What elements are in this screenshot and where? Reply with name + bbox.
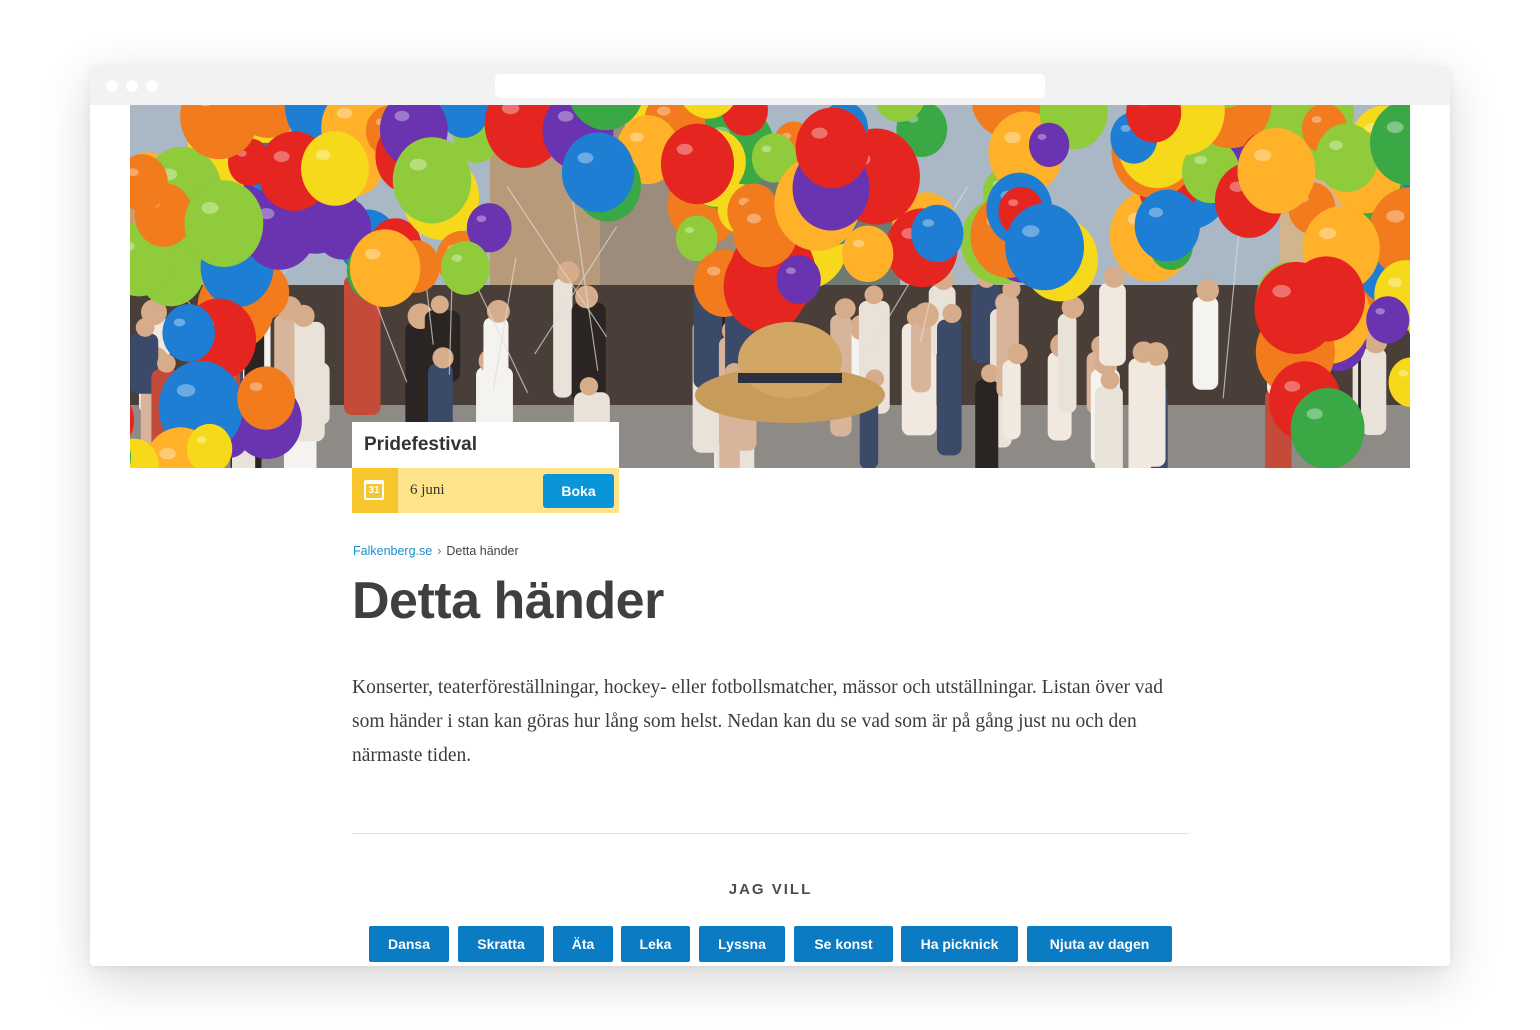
browser-window: Pridefestival 31 6 juni Boka Falkenberg.… xyxy=(90,66,1450,966)
breadcrumb-current: Detta händer xyxy=(446,544,519,558)
activity-chip-ha-picknick[interactable]: Ha picknick xyxy=(901,926,1018,962)
breadcrumb-separator: › xyxy=(437,544,442,558)
hero-photo-balloons xyxy=(130,105,1410,468)
breadcrumb-home-link[interactable]: Falkenberg.se xyxy=(353,544,432,558)
window-close-dot[interactable] xyxy=(106,80,118,92)
breadcrumb: Falkenberg.se › Detta händer xyxy=(353,544,519,558)
activity-chip-se-konst[interactable]: Se konst xyxy=(794,926,893,962)
page-title: Detta händer xyxy=(352,572,664,630)
activity-chip-lyssna[interactable]: Lyssna xyxy=(699,926,785,962)
book-button[interactable]: Boka xyxy=(543,474,614,508)
event-date: 6 juni xyxy=(410,482,445,498)
calendar-icon: 31 xyxy=(364,480,384,500)
calendar-icon-box: 31 xyxy=(352,468,398,513)
activity-chip-skratta[interactable]: Skratta xyxy=(458,926,544,962)
browser-titlebar xyxy=(90,66,1450,105)
featured-event-card[interactable]: Pridefestival 31 6 juni Boka xyxy=(352,422,619,513)
activity-chip-leka[interactable]: Leka xyxy=(621,926,690,962)
activities-heading: JAG VILL xyxy=(728,881,813,898)
window-maximize-dot[interactable] xyxy=(146,80,158,92)
activity-chip-njuta-av-dagen[interactable]: Njuta av dagen xyxy=(1027,926,1172,962)
window-minimize-dot[interactable] xyxy=(126,80,138,92)
activity-chips: Dansa Skratta Äta Leka Lyssna Se konst H… xyxy=(90,926,1450,962)
event-info-bar: 31 6 juni Boka xyxy=(352,468,619,513)
section-divider xyxy=(352,833,1189,834)
page-intro: Konserter, teaterföreställningar, hockey… xyxy=(352,677,1163,766)
event-title[interactable]: Pridefestival xyxy=(352,422,619,468)
address-bar[interactable] xyxy=(495,74,1045,98)
activity-chip-dansa[interactable]: Dansa xyxy=(369,926,449,962)
hero-image xyxy=(130,105,1410,468)
activity-chip-ata[interactable]: Äta xyxy=(553,926,613,962)
